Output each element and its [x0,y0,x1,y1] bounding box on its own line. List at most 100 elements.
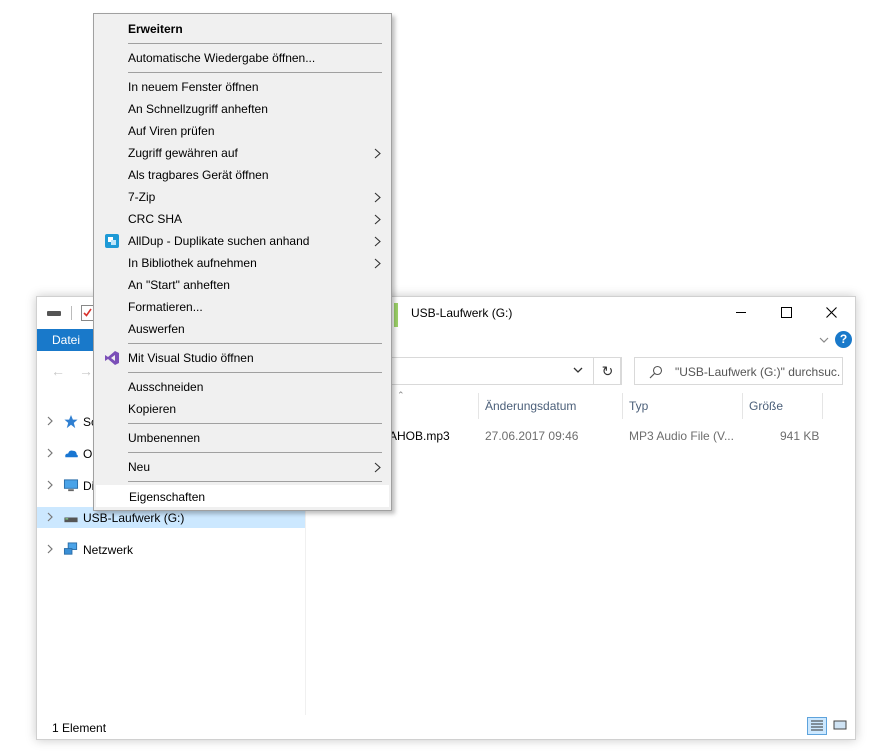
menu-item-label: Zugriff gewähren auf [128,146,238,160]
column-header-type[interactable]: Typ [629,399,648,413]
menu-item-visual-studio[interactable]: Mit Visual Studio öffnen [96,347,389,369]
chevron-right-icon [374,192,381,203]
menu-item-erweitern[interactable]: Erweitern [96,18,389,40]
large-icons-view-button[interactable] [831,717,851,735]
details-view-icon [811,720,823,731]
menu-item-label: Als tragbares Gerät öffnen [128,168,269,182]
minimize-button[interactable] [718,297,764,327]
expand-chevron-icon[interactable] [45,511,55,523]
menu-item-viren-pruefen[interactable]: Auf Viren prüfen [96,120,389,142]
menu-separator [128,423,382,424]
column-divider[interactable] [478,393,479,419]
details-view-button[interactable] [807,717,827,735]
menu-item-schnellzugriff[interactable]: An Schnellzugriff anheften [96,98,389,120]
menu-item-label: Automatische Wiedergabe öffnen... [128,51,316,65]
maximize-button[interactable] [763,297,809,327]
menu-item-kopieren[interactable]: Kopieren [96,398,389,420]
refresh-icon: ↻ [601,362,614,379]
menu-separator [128,43,382,44]
star-icon [64,414,78,429]
menu-item-label: An Schnellzugriff anheften [128,102,268,116]
menu-item-tragbares-geraet[interactable]: Als tragbares Gerät öffnen [96,164,389,186]
column-divider[interactable] [622,393,623,419]
large-icons-view-icon [833,720,847,730]
expand-chevron-icon[interactable] [45,415,55,427]
search-placeholder: "USB-Laufwerk (G:)" durchsuc... [675,365,841,379]
help-icon[interactable]: ? [835,331,852,348]
computer-icon [63,479,79,492]
menu-item-start-anheften[interactable]: An "Start" anheften [96,274,389,296]
menu-item-label: 7-Zip [128,190,156,204]
menu-item-label: In Bibliothek aufnehmen [128,256,257,270]
menu-separator [128,343,382,344]
search-input[interactable]: "USB-Laufwerk (G:)" durchsuc... [634,357,843,385]
sort-arrow-icon: ⌃ [397,390,405,400]
menu-item-ausschneiden[interactable]: Ausschneiden [96,376,389,398]
menu-item-label: Auf Viren prüfen [128,124,215,138]
search-icon [649,365,663,379]
menu-item-umbenennen[interactable]: Umbenennen [96,427,389,449]
back-arrow-icon[interactable]: ← [51,363,65,379]
menu-item-bibliothek[interactable]: In Bibliothek aufnehmen [96,252,389,274]
chevron-down-icon[interactable] [817,333,831,347]
menu-item-auswerfen[interactable]: Auswerfen [96,318,389,340]
menu-item-formatieren[interactable]: Formatieren... [96,296,389,318]
drive-icon [47,311,61,316]
menu-item-label: Formatieren... [128,300,203,314]
network-icon [63,542,78,555]
close-button[interactable] [808,297,854,327]
menu-item-neu[interactable]: Neu [96,456,389,478]
menu-item-label: AllDup - Duplikate suchen anhand [128,234,310,248]
context-menu: Erweitern Automatische Wiedergabe öffnen… [93,13,392,511]
menu-item-label: Mit Visual Studio öffnen [128,351,254,365]
nav-item-label: USB-Laufwerk (G:) [83,511,185,525]
menu-item-zugriff-gewaehren[interactable]: Zugriff gewähren auf [96,142,389,164]
menu-item-label: Kopieren [128,402,177,416]
menu-item-label: CRC SHA [128,212,183,226]
status-text: 1 Element [52,721,107,735]
chevron-right-icon [374,462,381,473]
menu-item-label: Eigenschaften [129,490,206,504]
menu-item-7zip[interactable]: 7-Zip [96,186,389,208]
file-type: MP3 Audio File (V... [629,429,734,443]
nav-item-netzwerk[interactable]: Netzwerk [37,539,305,560]
usb-drive-icon [64,517,78,523]
column-header-size[interactable]: Größe [749,399,783,413]
drive-tools-accent [394,303,398,327]
menu-item-eigenschaften[interactable]: Eigenschaften [96,485,389,507]
menu-separator [128,481,382,482]
column-header-date[interactable]: Änderungsdatum [485,399,576,413]
quick-access-separator [71,306,72,320]
minimize-icon [736,311,746,313]
expand-chevron-icon[interactable] [45,479,55,491]
menu-item-label: Ausschneiden [128,380,204,394]
menu-separator [128,372,382,373]
menu-item-alldup[interactable]: AllDup - Duplikate suchen anhand [96,230,389,252]
address-dropdown-icon[interactable] [571,363,585,377]
file-size: 941 KB [780,429,820,443]
tab-datei[interactable]: Datei [37,329,95,351]
file-date: 27.06.2017 09:46 [485,429,579,443]
visual-studio-icon [105,351,119,365]
column-divider[interactable] [742,393,743,419]
menu-item-label: Erweitern [128,22,183,36]
window-title: USB-Laufwerk (G:) [411,306,513,320]
menu-item-crc-sha[interactable]: CRC SHA [96,208,389,230]
column-divider[interactable] [822,393,823,419]
menu-separator [128,452,382,453]
menu-item-label: Umbenennen [128,431,201,445]
file-name: AHOB.mp3 [389,429,450,443]
menu-separator [128,72,382,73]
menu-item-neues-fenster[interactable]: In neuem Fenster öffnen [96,76,389,98]
alldup-icon [105,234,119,248]
address-bar[interactable] [389,357,621,385]
expand-chevron-icon[interactable] [45,447,55,459]
chevron-right-icon [374,214,381,225]
menu-item-automatische-wiedergabe[interactable]: Automatische Wiedergabe öffnen... [96,47,389,69]
menu-item-label: In neuem Fenster öffnen [128,80,259,94]
refresh-button[interactable]: ↻ [593,357,622,385]
nav-item-label: Netzwerk [83,543,134,557]
expand-chevron-icon[interactable] [45,543,55,555]
forward-arrow-icon[interactable]: → [79,363,93,379]
chevron-right-icon [374,258,381,269]
